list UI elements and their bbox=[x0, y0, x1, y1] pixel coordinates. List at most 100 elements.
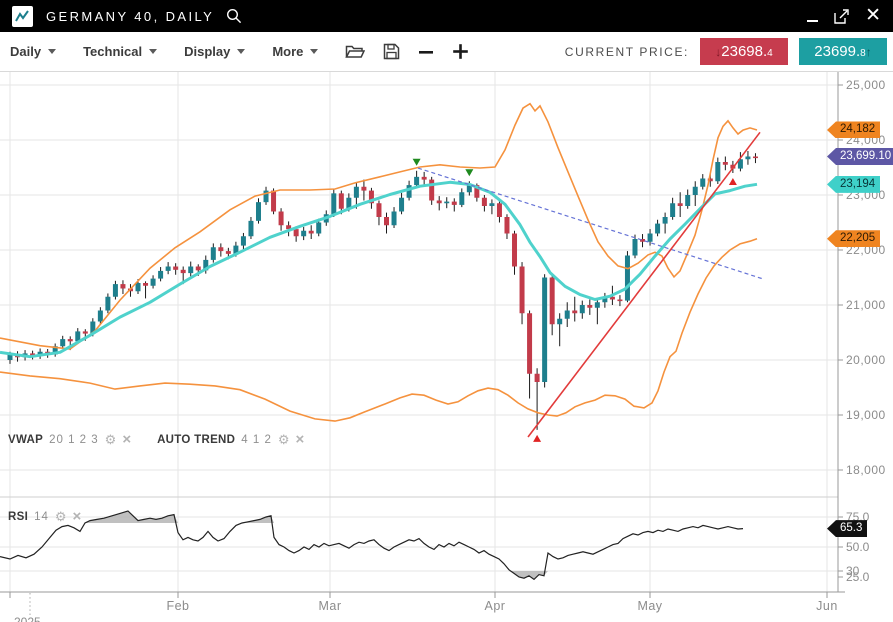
price-tick-label: 20,000 bbox=[846, 353, 886, 367]
buy-price-value: 23699. bbox=[814, 43, 860, 60]
month-label: Apr bbox=[485, 599, 506, 613]
chart-canvas[interactable]: FebMarAprMayJun202525,00024,00023,00022,… bbox=[0, 72, 893, 622]
price-badge-3: 22,205 bbox=[827, 230, 880, 247]
chevron-down-icon bbox=[48, 49, 56, 54]
overlay-indicator-row: VWAP 20 1 2 3 ⚙ × AUTO TREND 4 1 2 ⚙ × bbox=[8, 433, 304, 446]
candle-body bbox=[361, 187, 366, 191]
close-icon[interactable]: ✕ bbox=[865, 9, 881, 23]
vwap-remove-icon[interactable]: × bbox=[122, 433, 131, 446]
title-bar: GERMANY 40, DAILY ✕ bbox=[0, 0, 893, 32]
candle-body bbox=[256, 202, 261, 221]
rsi-params: 14 bbox=[34, 511, 49, 523]
candle-body bbox=[459, 192, 464, 205]
rsi-indicator-label: RSI bbox=[8, 511, 28, 523]
rsi-tick-label: 50.0 bbox=[846, 540, 870, 554]
candle-body bbox=[700, 179, 705, 187]
menu-display[interactable]: Display bbox=[184, 44, 245, 59]
vwap-settings-gear-icon[interactable]: ⚙ bbox=[105, 433, 117, 446]
candle-body bbox=[68, 339, 73, 341]
chevron-down-icon bbox=[237, 49, 245, 54]
candle-body bbox=[429, 180, 434, 201]
current-price-group: CURRENT PRICE: ↓23698.4 23699.8↑ bbox=[565, 38, 887, 65]
candle-body bbox=[392, 212, 397, 226]
auto-trend-settings-gear-icon[interactable]: ⚙ bbox=[278, 433, 290, 446]
candle-body bbox=[444, 202, 449, 204]
sell-signal-marker bbox=[413, 159, 421, 166]
open-chart-folder-icon[interactable] bbox=[345, 44, 365, 60]
search-icon[interactable] bbox=[226, 8, 242, 24]
zoom-out-icon[interactable] bbox=[418, 44, 434, 60]
current-price-label: CURRENT PRICE: bbox=[565, 45, 689, 59]
candle-body bbox=[557, 319, 562, 325]
candle-body bbox=[226, 251, 231, 254]
candle-body bbox=[399, 198, 404, 212]
menu-more[interactable]: More bbox=[272, 44, 318, 59]
buy-signal-marker bbox=[533, 435, 541, 442]
candle-body bbox=[535, 374, 540, 382]
price-tick-label: 21,000 bbox=[846, 298, 886, 312]
candle-body bbox=[181, 270, 186, 273]
zoom-in-icon[interactable] bbox=[452, 43, 469, 60]
minimize-button[interactable] bbox=[807, 11, 818, 22]
candle-body bbox=[60, 339, 65, 346]
auto-trend-remove-icon[interactable]: × bbox=[296, 433, 305, 446]
price-badge-1: 23,699.10 bbox=[827, 148, 893, 165]
popout-icon[interactable] bbox=[834, 9, 849, 24]
candle-body bbox=[550, 278, 555, 325]
candle-body bbox=[271, 191, 276, 212]
candle-body bbox=[248, 221, 253, 236]
candle-body bbox=[136, 283, 141, 291]
month-label: May bbox=[637, 599, 662, 613]
vwap-indicator-label: VWAP bbox=[8, 434, 43, 446]
sell-signal-marker bbox=[465, 169, 473, 176]
candle-body bbox=[437, 201, 442, 204]
candle-body bbox=[279, 212, 284, 226]
candle-body bbox=[572, 311, 577, 314]
candle-body bbox=[339, 193, 344, 208]
price-tick-label: 18,000 bbox=[846, 463, 886, 477]
save-chart-icon[interactable] bbox=[383, 43, 400, 60]
candle-body bbox=[715, 162, 720, 181]
price-badge-0: 24,182 bbox=[827, 121, 880, 138]
rsi-oversold-fill bbox=[0, 571, 743, 579]
candle-body bbox=[520, 267, 525, 314]
candle-body bbox=[489, 203, 494, 206]
chevron-down-icon bbox=[310, 49, 318, 54]
candle-body bbox=[151, 279, 156, 286]
candle-body bbox=[407, 185, 412, 198]
candle-body bbox=[512, 234, 517, 267]
price-tick-label: 25,000 bbox=[846, 78, 886, 92]
rsi-indicator-row: RSI 14 ⚙ × bbox=[8, 510, 81, 523]
chevron-down-icon bbox=[149, 49, 157, 54]
auto-trend-indicator-label: AUTO TREND bbox=[157, 434, 235, 446]
candle-body bbox=[452, 202, 457, 205]
candle-body bbox=[376, 203, 381, 217]
candle-body bbox=[309, 231, 314, 234]
candle-body bbox=[196, 267, 201, 271]
month-label: Mar bbox=[318, 599, 341, 613]
price-badge-2: 23,194 bbox=[827, 176, 880, 193]
auto-trend-params: 4 1 2 bbox=[241, 434, 272, 446]
menu-technical[interactable]: Technical bbox=[83, 44, 157, 59]
buy-signal-marker bbox=[729, 178, 737, 185]
rsi-settings-gear-icon[interactable]: ⚙ bbox=[55, 510, 67, 523]
candle-body bbox=[211, 247, 216, 260]
month-label: Feb bbox=[166, 599, 189, 613]
sell-price-button[interactable]: ↓23698.4 bbox=[700, 38, 788, 65]
candle-body bbox=[98, 311, 103, 322]
menu-daily[interactable]: Daily bbox=[10, 44, 56, 59]
buy-price-button[interactable]: 23699.8↑ bbox=[799, 38, 887, 65]
rsi-remove-icon[interactable]: × bbox=[73, 510, 82, 523]
candle-body bbox=[294, 229, 299, 236]
candle-body bbox=[632, 239, 637, 256]
month-label: Jun bbox=[816, 599, 838, 613]
candle-body bbox=[655, 224, 660, 234]
vwap-params: 20 1 2 3 bbox=[49, 434, 99, 446]
year-label: 2025 bbox=[14, 615, 41, 622]
candle-body bbox=[617, 300, 622, 302]
candle-body bbox=[753, 157, 758, 159]
candle-body bbox=[482, 198, 487, 206]
candle-body bbox=[422, 177, 427, 180]
candle-body bbox=[218, 247, 223, 251]
candle-body bbox=[105, 297, 110, 311]
